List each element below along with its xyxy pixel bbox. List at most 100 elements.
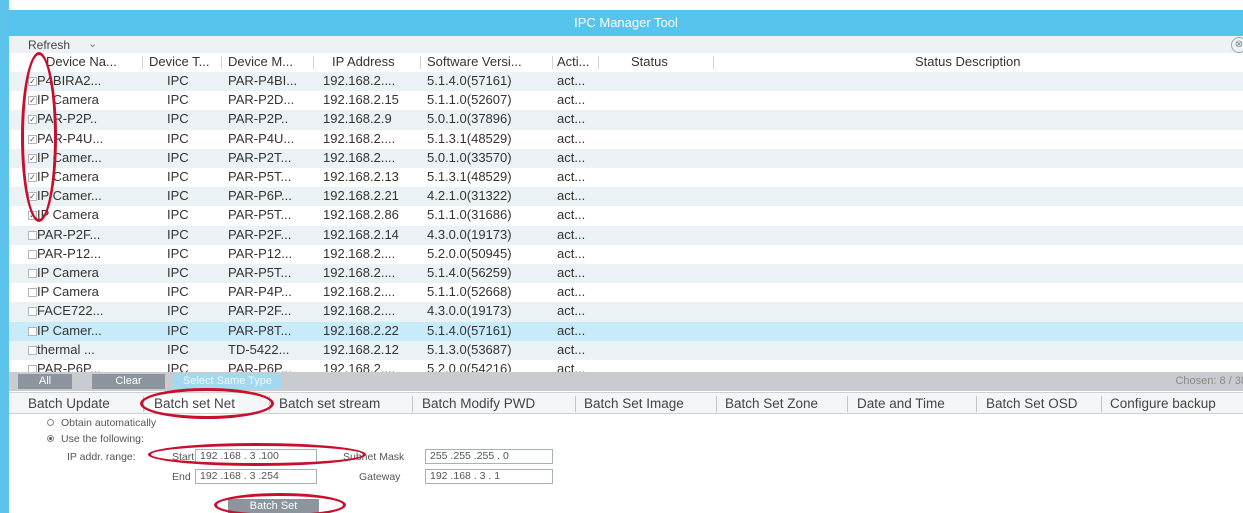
cell-device-model: PAR-P5T...	[228, 207, 292, 223]
tab-batch-update[interactable]: Batch Update	[28, 395, 110, 413]
table-row[interactable]: thermal ... IPC TD-5422... 192.168.2.12 5.1.…	[9, 340, 1243, 360]
cell-software-version: 5.1.1.0(52668)	[427, 284, 512, 300]
batch-set-button[interactable]: Batch Set	[228, 499, 319, 513]
row-checkbox[interactable]: ✓	[28, 77, 37, 86]
cell-device-type: IPC	[167, 73, 189, 88]
row-checkbox[interactable]: ✓	[28, 192, 37, 202]
select-same-type-button[interactable]: Select Same Type	[174, 374, 281, 389]
cell-ip-address: 192.168.2....	[323, 130, 396, 146]
subnet-mask-label: Subnet Mask	[343, 451, 405, 463]
table-row[interactable]: ✓ IP Camera IPC PAR-P5T... 192.168.2.86 5.1.1…	[9, 206, 1243, 226]
row-checkbox[interactable]	[28, 345, 37, 355]
table-row[interactable]: IP Camera IPC PAR-P5T... 192.168.2.... 5.1.4…	[9, 264, 1243, 284]
cell-ip-address: 192.168.2.9	[323, 111, 392, 127]
table-row[interactable]: ✓ IP Camer... IPC PAR-P6P... 192.168.2.21 4.2…	[9, 187, 1243, 207]
cell-software-version: 5.1.1.0(52607)	[427, 92, 512, 108]
obtain-automatically-radio[interactable]	[47, 419, 54, 426]
cell-device-model: PAR-P4P...	[228, 284, 292, 300]
column-header-active[interactable]: Acti...	[557, 54, 590, 69]
cell-active: act...	[557, 265, 586, 280]
row-checkbox[interactable]	[28, 249, 37, 259]
row-checkbox[interactable]: ✓	[28, 211, 37, 221]
start-ip-field[interactable]: 192 .168 . 3 .100	[195, 449, 317, 464]
cell-device-type: IPC	[167, 169, 189, 184]
tab-batch-set-osd[interactable]: Batch Set OSD	[986, 395, 1078, 413]
cell-software-version: 5.1.4.0(57161)	[427, 73, 512, 88]
row-checkbox[interactable]	[28, 326, 37, 336]
tab-batch-set-image[interactable]: Batch Set Image	[584, 395, 684, 413]
cell-device-model: PAR-P8T...	[228, 322, 292, 338]
table-row[interactable]: IP Camera IPC PAR-P4P... 192.168.2.... 5.1.1…	[9, 283, 1243, 303]
cell-device-model: PAR-P4BI...	[228, 73, 298, 88]
close-icon[interactable]: ⊗	[1231, 37, 1243, 53]
use-following-radio[interactable]	[47, 435, 54, 442]
cell-device-type: IPC	[167, 341, 189, 357]
cell-device-name: IP Camera	[37, 92, 99, 108]
column-header-device-model[interactable]: Device M...	[228, 54, 293, 69]
table-row[interactable]: PAR-P12... IPC PAR-P12... 192.168.2.... 5.2.…	[9, 244, 1243, 264]
row-checkbox[interactable]	[28, 307, 37, 317]
tab-batch-set-net[interactable]: Batch set Net	[150, 395, 240, 413]
table-row[interactable]: PAR-P2F... IPC PAR-P2F... 192.168.2.14 4.3.0…	[9, 225, 1243, 245]
cell-active: act...	[557, 149, 586, 165]
cell-device-name: IP Camera	[37, 265, 99, 280]
column-header-device-name[interactable]: Device Na...	[46, 54, 117, 69]
table-row[interactable]: ✓ IP Camera IPC PAR-P5T... 192.168.2.13 5.1.3…	[9, 168, 1243, 188]
row-checkbox[interactable]: ✓	[28, 134, 37, 144]
cell-device-type: IPC	[167, 284, 189, 300]
cell-active: act...	[557, 226, 586, 242]
cell-device-name: IP Camer...	[37, 322, 102, 338]
table-row[interactable]: ✓ IP Camera IPC PAR-P2D... 192.168.2.15 5.1.1…	[9, 91, 1243, 111]
tab-batch-set-stream[interactable]: Batch set stream	[279, 395, 380, 413]
row-checkbox[interactable]: ✓	[28, 173, 37, 182]
batch-net-form: Obtain automatically Use the following: …	[9, 414, 1243, 513]
subnet-mask-field[interactable]: 255 .255 .255 . 0	[425, 449, 553, 464]
end-label: End	[172, 471, 191, 483]
cell-device-name: P4BIRA2...	[37, 73, 102, 88]
chevron-down-icon[interactable]: ⌄	[88, 37, 97, 50]
table-row[interactable]: ✓ IP Camer... IPC PAR-P2T... 192.168.2.... 5.…	[9, 148, 1243, 168]
column-header-device-type[interactable]: Device T...	[149, 54, 209, 69]
cell-device-type: IPC	[167, 130, 189, 146]
cell-device-model: PAR-P6P...	[228, 188, 292, 204]
cell-device-name: PAR-P2F...	[37, 226, 101, 242]
cell-ip-address: 192.168.2....	[323, 73, 396, 88]
row-checkbox[interactable]	[28, 288, 37, 298]
table-row[interactable]: ✓ P4BIRA2... IPC PAR-P4BI... 192.168.2.... 5.…	[9, 72, 1243, 92]
table-row[interactable]: ✓ PAR-P4U... IPC PAR-P4U... 192.168.2.... 5.1…	[9, 129, 1243, 149]
tab-configure-backup[interactable]: Configure backup	[1110, 395, 1216, 413]
row-checkbox[interactable]	[28, 269, 37, 278]
cell-ip-address: 192.168.2.86	[323, 207, 399, 223]
cell-ip-address: 192.168.2.15	[323, 92, 399, 108]
cell-device-model: PAR-P2F...	[228, 226, 292, 242]
title-bar: IPC Manager Tool	[9, 10, 1243, 36]
cell-device-name: PAR-P2P..	[37, 111, 98, 127]
end-ip-field[interactable]: 192 .168 . 3 .254	[195, 469, 317, 484]
tab-batch-modify-pwd[interactable]: Batch Modify PWD	[422, 395, 535, 413]
row-checkbox[interactable]	[28, 230, 37, 240]
row-checkbox[interactable]: ✓	[28, 153, 37, 163]
cell-active: act...	[557, 245, 586, 261]
obtain-automatically-label: Obtain automatically	[61, 417, 157, 429]
gateway-field[interactable]: 192 .168 . 3 . 1	[425, 469, 553, 484]
cell-ip-address: 192.168.2.22	[323, 322, 399, 338]
cell-device-type: IPC	[167, 226, 189, 242]
table-row[interactable]: ✓ PAR-P2P.. IPC PAR-P2P.. 192.168.2.9 5.0.1.0…	[9, 110, 1243, 130]
row-checkbox[interactable]: ✓	[28, 115, 37, 125]
row-checkbox[interactable]: ✓	[28, 96, 37, 106]
clear-button[interactable]: Clear	[92, 374, 165, 389]
select-all-button[interactable]: All	[18, 374, 72, 389]
cell-active: act...	[557, 92, 586, 108]
table-row[interactable]: FACE722... IPC PAR-P2F... 192.168.2.... 4.3.…	[9, 302, 1243, 322]
column-header-status[interactable]: Status	[631, 54, 668, 69]
column-header-software-version[interactable]: Software Versi...	[427, 54, 522, 69]
column-header-status-description[interactable]: Status Description	[915, 54, 1021, 69]
refresh-menu[interactable]: Refresh	[28, 38, 70, 52]
cell-device-model: PAR-P2T...	[228, 149, 292, 165]
tab-batch-set-zone[interactable]: Batch Set Zone	[725, 395, 818, 413]
column-header-ip-address[interactable]: IP Address	[332, 54, 395, 69]
cell-active: act...	[557, 303, 586, 319]
cell-ip-address: 192.168.2....	[323, 245, 396, 261]
table-row[interactable]: IP Camer... IPC PAR-P8T... 192.168.2.22 5.1.…	[9, 321, 1243, 341]
tab-date-and-time[interactable]: Date and Time	[857, 395, 945, 413]
